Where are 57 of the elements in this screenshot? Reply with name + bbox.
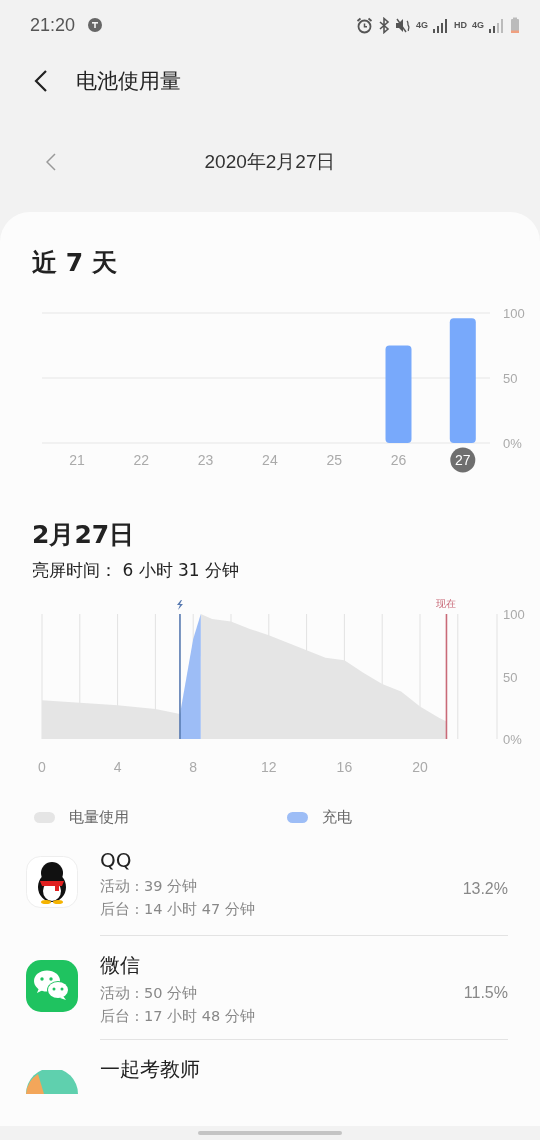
alarm-icon: [355, 16, 373, 34]
chart-bar[interactable]: [449, 318, 476, 443]
status-time: 21:20: [30, 14, 76, 36]
chart-bar[interactable]: [385, 345, 412, 443]
penguin-icon: [26, 856, 78, 908]
axis-label: 0%: [503, 732, 522, 747]
day-label[interactable]: 27: [450, 447, 476, 473]
section-title: 近 7 天: [31, 247, 118, 279]
day-label[interactable]: 22: [133, 452, 150, 468]
network-type: 4G: [472, 20, 484, 30]
back-icon[interactable]: [34, 70, 48, 92]
usage-percent: 13.2%: [462, 880, 508, 898]
signal-icon: [489, 17, 505, 33]
axis-label: 20: [412, 759, 428, 775]
app-icon: [26, 1070, 78, 1094]
page-title: 电池使用量: [76, 68, 181, 95]
axis-label: 4: [113, 759, 122, 775]
date-label: 2020年2月27日: [204, 150, 336, 174]
now-label: 现在: [436, 598, 457, 609]
active-time: 活动 : 50 分钟: [100, 984, 199, 1003]
background-time: 后台 : 17 小时 48 分钟: [100, 1007, 256, 1026]
notification-icon: [87, 17, 104, 33]
axis-label: 12: [261, 759, 277, 775]
x-tick-label: 27: [455, 452, 471, 468]
axis-label: 16: [336, 759, 353, 775]
day-label[interactable]: 24: [262, 452, 278, 468]
axis-label: 50: [503, 669, 518, 685]
signal-icon: [433, 17, 449, 33]
home-indicator[interactable]: [198, 1131, 342, 1135]
screen-time-text: 亮屏时间： 6 小时 31 分钟: [31, 559, 241, 582]
network-type: 4G: [415, 20, 428, 30]
day-label[interactable]: 25: [326, 452, 342, 468]
day-label[interactable]: 23: [197, 452, 214, 468]
axis-label: 100: [503, 607, 525, 622]
app-name[interactable]: 一起考教师: [100, 1050, 508, 1086]
axis-label: 50: [503, 371, 518, 386]
lightning-icon: [176, 600, 183, 610]
chat-bubbles-icon: [26, 960, 78, 1012]
mute-icon: [394, 16, 411, 34]
legend-label: 充电: [322, 807, 352, 827]
app-name[interactable]: 微信: [100, 946, 464, 982]
active-time: 活动 : 39 分钟: [100, 877, 199, 896]
day-label[interactable]: 21: [69, 452, 85, 468]
day-title: 2月27日: [31, 519, 136, 551]
day-label[interactable]: 26: [390, 452, 407, 468]
app-name[interactable]: QQ: [100, 842, 463, 875]
usage-percent: 11.5%: [463, 984, 508, 1002]
axis-label: 100: [503, 306, 525, 321]
bluetooth-icon: [377, 16, 390, 34]
background-time: 后台 : 14 小时 47 分钟: [100, 900, 256, 919]
battery-icon: [510, 16, 520, 34]
legend-label: 电量使用: [69, 807, 129, 827]
hd-label: HD: [454, 20, 467, 30]
previous-icon[interactable]: [46, 153, 56, 171]
axis-label: 0%: [503, 436, 522, 451]
axis-label: 8: [189, 759, 198, 775]
axis-label: 0: [38, 759, 46, 775]
